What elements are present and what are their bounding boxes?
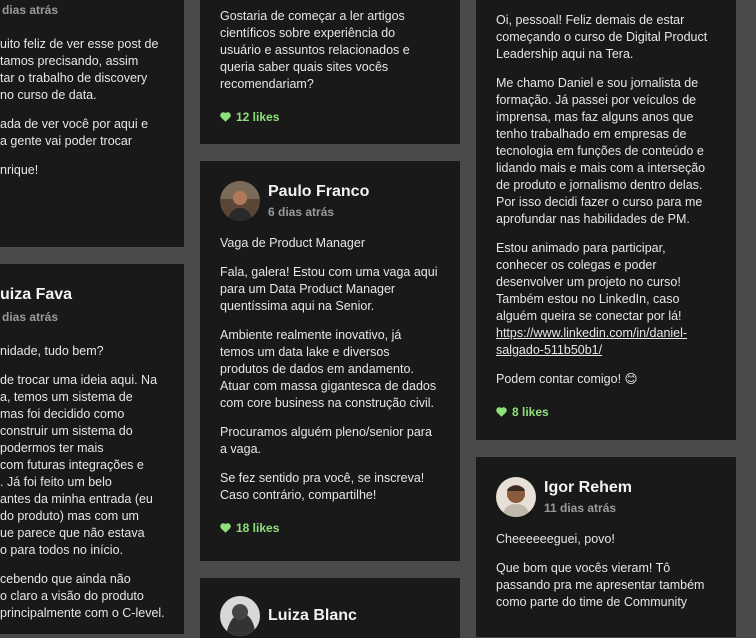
post-paragraph: Me chamo Daniel e sou jornalista de form…: [496, 76, 706, 226]
post-paragraph: Gostaria de começar a ler artigos cientí…: [220, 9, 410, 91]
post-card-left-top: dias atrás uito feliz de ver esse post d…: [0, 0, 184, 247]
post-paragraph: de trocar uma ideia aqui. Na a, temos um…: [0, 373, 158, 557]
post-card-igor-rehem: Igor Rehem 11 dias atrás Cheeeeeeguei, p…: [476, 457, 736, 637]
heart-icon: [220, 112, 231, 122]
avatar[interactable]: [220, 596, 260, 636]
like-button[interactable]: 8 likes: [496, 405, 730, 419]
author-name[interactable]: uiza Fava: [0, 286, 72, 304]
post-card-articles: Gostaria de começar a ler artigos cientí…: [200, 0, 460, 144]
post-paragraph: Que bom que vocês vieram! Tô passando pr…: [496, 561, 705, 609]
post-card-luiza-blanc: Luiza Blanc: [200, 578, 460, 638]
heart-icon: [220, 523, 231, 533]
post-date: dias atrás: [2, 310, 59, 324]
post-paragraph: Podem contar comigo! 😊: [496, 372, 638, 386]
like-button[interactable]: 12 likes: [220, 110, 450, 124]
post-paragraph: uito feliz de ver esse post de tamos pre…: [0, 37, 159, 102]
likes-count: 12 likes: [236, 110, 280, 124]
post-card-daniel: Oi, pessoal! Feliz demais de estar começ…: [476, 0, 736, 440]
like-button[interactable]: 18 likes: [220, 521, 440, 535]
avatar[interactable]: [220, 181, 260, 221]
post-paragraph: cebendo que ainda não o claro a visão do…: [0, 572, 165, 620]
linkedin-link[interactable]: https://www.linkedin.com/in/daniel- salg…: [496, 326, 687, 357]
heart-icon: [496, 407, 507, 417]
author-name[interactable]: Luiza Blanc: [268, 606, 357, 626]
post-paragraph: nidade, tudo bem?: [0, 344, 104, 358]
post-paragraph: Procuramos alguém pleno/senior para a va…: [220, 425, 432, 456]
avatar[interactable]: [496, 477, 536, 517]
post-date: dias atrás: [2, 3, 59, 17]
post-paragraph: Oi, pessoal! Feliz demais de estar começ…: [496, 13, 708, 61]
post-date: 11 dias atrás: [544, 501, 617, 515]
post-paragraph: Fala, galera! Estou com uma vaga aqui pa…: [220, 265, 438, 313]
post-paragraph: Cheeeeeeguei, povo!: [496, 532, 615, 546]
author-name[interactable]: Paulo Franco: [268, 182, 369, 202]
post-paragraph: Ambiente realmente inovativo, já temos u…: [220, 328, 437, 410]
post-paragraph: nrique!: [0, 163, 39, 177]
author-name[interactable]: Igor Rehem: [544, 478, 632, 498]
post-date: 6 dias atrás: [268, 205, 335, 219]
post-paragraph: Se fez sentido pra você, se inscreva! Ca…: [220, 471, 425, 502]
post-card-luiza-fava: uiza Fava dias atrás nidade, tudo bem? d…: [0, 264, 184, 634]
post-card-paulo-franco: Paulo Franco 6 dias atrás Vaga de Produc…: [200, 161, 460, 561]
likes-count: 18 likes: [236, 521, 280, 535]
post-paragraph: ada de ver você por aqui e a gente vai p…: [0, 117, 149, 148]
post-paragraph: Estou animado para participar, conhecer …: [496, 241, 682, 323]
likes-count: 8 likes: [512, 405, 549, 419]
post-title: Vaga de Product Manager: [220, 236, 366, 250]
